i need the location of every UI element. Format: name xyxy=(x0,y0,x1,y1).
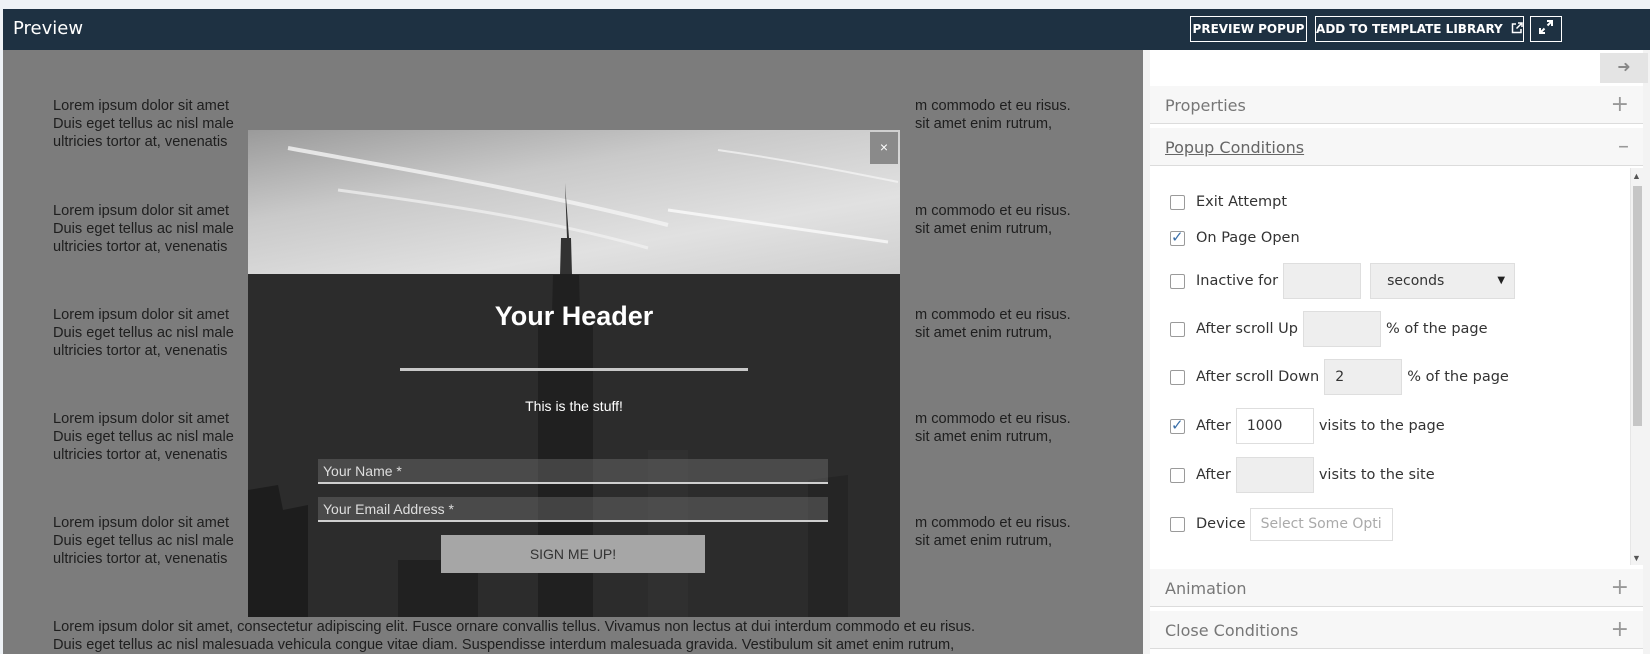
preview-canvas: Lorem ipsum dolor sit amet Duis eget tel… xyxy=(3,50,1143,654)
paragraph-line: m commodo et eu risus. xyxy=(915,515,1071,531)
paragraph-line: sit amet enim rutrum, xyxy=(915,116,1053,132)
section-animation[interactable]: Animation + xyxy=(1150,569,1643,607)
top-bar: Preview PREVIEW POPUP ADD TO TEMPLATE LI… xyxy=(3,9,1650,50)
condition-on-page-open: On Page Open xyxy=(1170,219,1300,257)
preview-popup-button[interactable]: PREVIEW POPUP xyxy=(1190,16,1307,42)
scroll-up-arrow-icon[interactable]: ▲ xyxy=(1632,171,1641,181)
scroll-down-label: After scroll Down xyxy=(1196,369,1320,385)
settings-sidebar: ➜ Properties + Popup Conditions – Exit A… xyxy=(1143,50,1650,654)
email-placeholder: Your Email Address * xyxy=(323,500,454,517)
paragraph-line: sit amet enim rutrum, xyxy=(915,221,1053,237)
expand-icon xyxy=(1539,18,1553,42)
scroll-down-checkbox[interactable] xyxy=(1170,369,1185,385)
paragraph-line: m commodo et eu risus. xyxy=(915,307,1071,323)
name-input[interactable]: Your Name * xyxy=(318,459,828,484)
time-unit-value: seconds xyxy=(1387,273,1445,289)
paragraph-line: m commodo et eu risus. xyxy=(915,203,1071,219)
section-label: Animation xyxy=(1165,579,1247,598)
section-close-conditions[interactable]: Close Conditions + xyxy=(1150,611,1643,649)
device-placeholder: Select Some Opti xyxy=(1260,516,1382,532)
visits-site-input[interactable] xyxy=(1235,457,1314,493)
paragraph-line: sit amet enim rutrum, xyxy=(915,325,1053,341)
scroll-up-input[interactable] xyxy=(1302,311,1381,347)
popup-header: Your Header xyxy=(494,301,654,331)
section-properties[interactable]: Properties + xyxy=(1150,86,1643,124)
email-input[interactable]: Your Email Address * xyxy=(318,497,828,522)
external-link-icon xyxy=(1511,18,1523,42)
plus-icon: + xyxy=(1610,617,1629,642)
name-placeholder: Your Name * xyxy=(323,462,402,479)
exit-attempt-label: Exit Attempt xyxy=(1196,194,1288,210)
condition-visits-page: After 1000 visits to the page xyxy=(1170,407,1445,445)
visits-page-input[interactable]: 1000 xyxy=(1235,408,1314,444)
on-page-open-checkbox[interactable] xyxy=(1170,228,1185,246)
minus-icon: – xyxy=(1618,134,1629,159)
scroll-up-label: After scroll Up xyxy=(1196,321,1298,337)
visits-page-checkbox[interactable] xyxy=(1170,416,1185,434)
exit-attempt-checkbox[interactable] xyxy=(1170,194,1185,210)
preview-popup-label: PREVIEW POPUP xyxy=(1192,22,1305,36)
visits-page-label: After xyxy=(1196,418,1231,434)
inactive-input[interactable] xyxy=(1283,263,1362,299)
scroll-down-input[interactable]: 2 xyxy=(1324,359,1403,395)
lorem-paragraph: Lorem ipsum dolor sit amet, consectetur … xyxy=(53,618,1053,654)
arrow-right-icon: ➜ xyxy=(1617,59,1631,76)
condition-inactive: Inactive for seconds ▼ xyxy=(1170,262,1516,300)
on-page-open-label: On Page Open xyxy=(1196,230,1300,246)
condition-visits-site: After visits to the site xyxy=(1170,456,1435,494)
scroll-down-suffix: % of the page xyxy=(1407,369,1509,385)
paragraph-line: m commodo et eu risus. xyxy=(915,98,1071,114)
section-label: Popup Conditions xyxy=(1165,138,1305,157)
paragraph-line: Lorem ipsum dolor sit amet xyxy=(53,98,230,114)
device-checkbox[interactable] xyxy=(1170,516,1185,532)
paragraph-line: Lorem ipsum dolor sit amet, consectetur … xyxy=(53,619,975,635)
condition-scroll-up: After scroll Up % of the page xyxy=(1170,310,1488,348)
popup-subtext: This is the stuff! xyxy=(525,398,623,414)
popup-modal: × Your Header This is the stuff! Your Na… xyxy=(248,130,900,617)
popup-conditions-panel: Exit Attempt On Page Open Inactive for s… xyxy=(1150,168,1643,565)
section-label: Properties xyxy=(1165,96,1246,115)
condition-exit-attempt: Exit Attempt xyxy=(1170,183,1287,221)
scrollbar-thumb[interactable] xyxy=(1633,186,1642,426)
section-popup-conditions[interactable]: Popup Conditions – xyxy=(1150,128,1643,166)
popup-close-button[interactable]: × xyxy=(870,132,898,164)
visits-page-suffix: visits to the page xyxy=(1318,418,1445,434)
inactive-label: Inactive for xyxy=(1196,273,1279,289)
paragraph-line: sit amet enim rutrum, xyxy=(915,429,1053,445)
device-select[interactable]: Select Some Opti xyxy=(1249,507,1393,541)
conditions-scrollbar[interactable]: ▲ ▼ xyxy=(1630,168,1643,565)
visits-site-label: After xyxy=(1196,467,1231,483)
scroll-up-suffix: % of the page xyxy=(1385,321,1488,337)
add-template-label: ADD TO TEMPLATE LIBRARY xyxy=(1316,22,1503,36)
inactive-checkbox[interactable] xyxy=(1170,273,1185,289)
paragraph-line: Duis eget tellus ac nisl malesuada vehic… xyxy=(53,637,955,653)
app-window: Preview PREVIEW POPUP ADD TO TEMPLATE LI… xyxy=(3,9,1650,654)
condition-scroll-down: After scroll Down 2 % of the page xyxy=(1170,358,1509,396)
time-unit-select[interactable]: seconds ▼ xyxy=(1370,263,1516,299)
expand-button[interactable] xyxy=(1530,16,1562,42)
visits-site-suffix: visits to the site xyxy=(1318,467,1435,483)
page-title: Preview xyxy=(13,18,84,39)
collapse-sidebar-button[interactable]: ➜ xyxy=(1600,53,1648,83)
paragraph-line: sit amet enim rutrum, xyxy=(915,533,1053,549)
caret-down-icon: ▼ xyxy=(1497,275,1506,286)
plus-icon: + xyxy=(1610,575,1629,600)
scroll-up-checkbox[interactable] xyxy=(1170,321,1185,337)
paragraph-line: m commodo et eu risus. xyxy=(915,411,1071,427)
sign-up-button[interactable]: SIGN ME UP! xyxy=(441,535,705,573)
scroll-down-arrow-icon[interactable]: ▼ xyxy=(1632,553,1641,563)
visits-site-checkbox[interactable] xyxy=(1170,467,1185,483)
condition-device: Device Select Some Opti xyxy=(1170,505,1398,543)
plus-icon: + xyxy=(1610,92,1629,117)
device-label: Device xyxy=(1196,516,1246,532)
add-to-template-library-button[interactable]: ADD TO TEMPLATE LIBRARY xyxy=(1315,16,1524,42)
section-label: Close Conditions xyxy=(1165,621,1299,640)
header-divider xyxy=(400,368,748,371)
